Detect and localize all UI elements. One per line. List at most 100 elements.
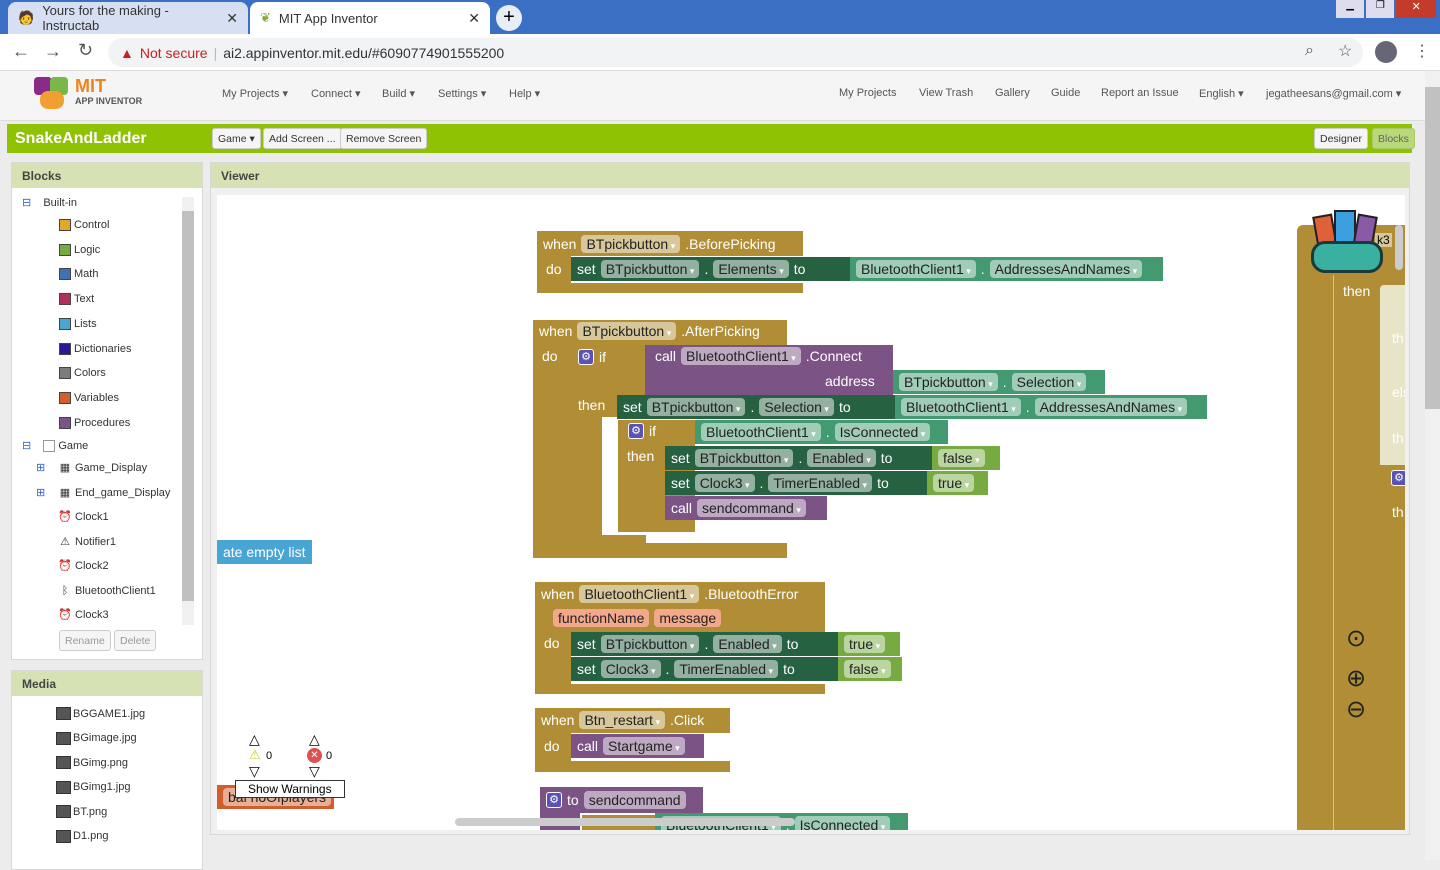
collapse-icon[interactable]: ⊟ xyxy=(22,196,31,209)
set-block[interactable]: setBTpickbutton.Elementsto xyxy=(571,257,851,281)
app-inventor-logo[interactable] xyxy=(32,75,74,113)
tree-scrollbar[interactable] xyxy=(182,197,194,625)
logic-true-block[interactable]: true xyxy=(927,471,988,495)
new-tab-button[interactable]: + xyxy=(496,5,522,31)
builtin-text[interactable]: Text xyxy=(59,293,94,306)
builtin-dictionaries[interactable]: Dictionaries xyxy=(59,342,131,355)
close-tab-icon[interactable]: ✕ xyxy=(468,10,480,27)
language-menu[interactable]: English ▾ xyxy=(1199,87,1244,100)
next-error-arrow-icon[interactable]: ▽ xyxy=(309,763,320,780)
media-file[interactable]: BT.png xyxy=(56,805,107,818)
builtin-logic[interactable]: Logic xyxy=(59,243,100,256)
component-item[interactable]: ⏰ Clock3 xyxy=(58,608,108,622)
media-file[interactable]: BGimg.png xyxy=(56,756,128,769)
builtin-lists[interactable]: Lists xyxy=(59,317,97,330)
builtin-variables[interactable]: Variables xyxy=(59,391,119,404)
remove-screen-button[interactable]: Remove Screen xyxy=(340,128,428,149)
profile-avatar[interactable] xyxy=(1375,41,1397,63)
mutator-gear-icon[interactable]: ⚙ xyxy=(628,423,644,439)
logic-true-block[interactable]: true xyxy=(838,632,900,656)
next-warning-arrow-icon[interactable]: ▽ xyxy=(249,763,260,780)
getter-block[interactable]: BluetoothClient1.IsConnected xyxy=(695,420,948,444)
zoom-icon[interactable]: ⌕ xyxy=(1305,42,1314,60)
workspace-vertical-scrollbar[interactable] xyxy=(1395,225,1403,270)
getter-block[interactable]: BluetoothClient1.AddressesAndNames xyxy=(895,395,1207,419)
media-file[interactable]: BGGAME1.jpg xyxy=(56,707,145,720)
url-input[interactable]: ▲ Not secure | ai2.appinventor.mit.edu/#… xyxy=(108,38,1363,67)
menu-build[interactable]: Build ▾ xyxy=(382,87,415,100)
menu-connect[interactable]: Connect ▾ xyxy=(311,87,361,100)
reload-icon[interactable]: ↻ xyxy=(78,40,93,61)
rename-button[interactable]: Rename xyxy=(59,630,111,651)
menu-my-projects[interactable]: My Projects ▾ xyxy=(222,87,288,100)
create-empty-list-block[interactable]: ate empty list xyxy=(217,540,312,564)
tab-instructables[interactable]: 🧑 Yours for the making - Instructab ✕ xyxy=(8,2,248,34)
media-file[interactable]: BGimage.jpg xyxy=(56,731,137,745)
component-item[interactable]: ᛒ BluetoothClient1 xyxy=(58,584,156,598)
set-block[interactable]: setClock3.TimerEnabledto xyxy=(571,657,838,681)
link-gallery[interactable]: Gallery xyxy=(995,87,1030,99)
expand-icon[interactable]: ⊞ xyxy=(36,486,45,499)
minimize-button[interactable]: ▁ xyxy=(1336,0,1365,18)
prev-warning-arrow-icon[interactable]: △ xyxy=(249,731,260,748)
component-label[interactable]: BTpickbutton xyxy=(581,234,681,253)
component-item[interactable]: ▦ End_game_Display xyxy=(58,486,171,500)
tree-builtin[interactable]: Built-in xyxy=(43,197,77,209)
mutator-gear-icon[interactable]: ⚙ xyxy=(546,792,562,808)
show-warnings-button[interactable]: Show Warnings xyxy=(235,780,345,798)
add-screen-button[interactable]: Add Screen ... xyxy=(263,128,342,149)
workspace-horizontal-scrollbar[interactable] xyxy=(455,818,795,826)
builtin-colors[interactable]: Colors xyxy=(59,367,106,380)
component-label[interactable]: BluetoothClient1 xyxy=(579,585,700,603)
media-file[interactable]: D1.png xyxy=(56,829,108,843)
maximize-button[interactable]: ❐ xyxy=(1366,0,1395,18)
param-message[interactable]: message xyxy=(654,609,722,627)
collapse-icon[interactable]: ⊟ xyxy=(22,439,31,452)
set-block[interactable]: setBTpickbutton.Selectionto xyxy=(617,395,895,419)
component-label[interactable]: BTpickbutton xyxy=(577,322,677,340)
back-icon[interactable]: ← xyxy=(12,41,30,62)
set-block[interactable]: setBTpickbutton.Enabledto xyxy=(665,446,932,470)
logic-false-block[interactable]: false xyxy=(932,446,1000,470)
screen-select-button[interactable]: Game ▾ xyxy=(212,128,261,149)
menu-settings[interactable]: Settings ▾ xyxy=(438,87,486,100)
media-file[interactable]: BGimg1.jpg xyxy=(56,780,130,794)
page-scrollbar[interactable] xyxy=(1425,71,1440,860)
menu-help[interactable]: Help ▾ xyxy=(509,87,540,100)
delete-button[interactable]: Delete xyxy=(114,630,157,651)
blocks-button[interactable]: Blocks xyxy=(1372,128,1415,149)
backpack-icon[interactable] xyxy=(1309,207,1387,277)
getter-block[interactable]: BluetoothClient1.AddressesAndNames xyxy=(850,257,1163,281)
getter-block[interactable]: BTpickbutton.Selection xyxy=(893,370,1105,394)
component-item[interactable]: ⚠ Notifier1 xyxy=(58,535,116,549)
component-item[interactable]: ▦ Game_Display xyxy=(58,461,147,475)
recenter-icon[interactable]: ⊙ xyxy=(1346,627,1366,651)
prev-error-arrow-icon[interactable]: △ xyxy=(309,731,320,748)
component-label[interactable]: Btn_restart xyxy=(579,711,665,729)
blocks-workspace[interactable]: whenBTpickbutton.BeforePicking do setBTp… xyxy=(217,195,1405,830)
link-guide[interactable]: Guide xyxy=(1051,87,1080,99)
designer-button[interactable]: Designer xyxy=(1314,128,1369,149)
set-block[interactable]: setClock3.TimerEnabledto xyxy=(665,471,927,495)
logic-false-block[interactable]: false xyxy=(838,657,902,681)
bookmark-star-icon[interactable]: ☆ xyxy=(1338,41,1352,61)
component-item[interactable]: ⏰ Clock2 xyxy=(58,559,108,573)
event-block-beforepicking[interactable]: whenBTpickbutton.BeforePicking xyxy=(537,231,803,256)
call-procedure-block[interactable]: call sendcommand xyxy=(665,496,827,520)
tree-screen-game[interactable]: Game xyxy=(58,440,88,452)
mutator-gear-icon[interactable]: ⚙ xyxy=(578,349,594,365)
expand-icon[interactable]: ⊞ xyxy=(36,461,45,474)
close-window-button[interactable]: ✕ xyxy=(1396,0,1436,18)
security-status[interactable]: Not secure xyxy=(140,45,208,61)
builtin-procedures[interactable]: Procedures xyxy=(59,416,130,429)
zoom-in-icon[interactable]: ⊕ xyxy=(1346,667,1366,691)
link-report-issue[interactable]: Report an Issue xyxy=(1101,87,1179,99)
browser-menu-icon[interactable]: ⋮ xyxy=(1414,41,1430,61)
component-item[interactable]: ⏰ Clock1 xyxy=(58,510,108,524)
link-view-trash[interactable]: View Trash xyxy=(919,87,973,99)
tab-app-inventor[interactable]: ❦ MIT App Inventor ✕ xyxy=(250,2,490,34)
call-procedure-block[interactable]: call Startgame xyxy=(571,734,704,758)
zoom-out-icon[interactable]: ⊖ xyxy=(1346,698,1366,722)
mutator-gear-icon[interactable]: ⚙ xyxy=(1391,470,1405,486)
builtin-control[interactable]: Control xyxy=(59,219,109,231)
